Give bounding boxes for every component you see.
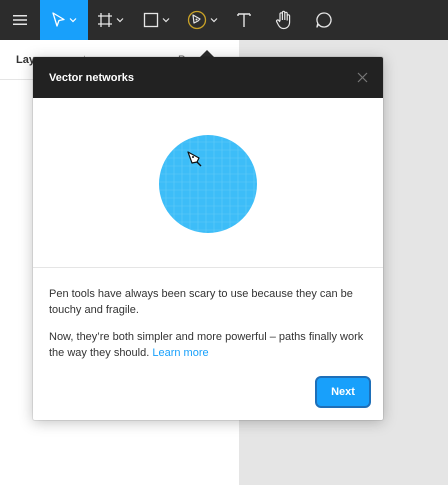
next-button[interactable]: Next	[315, 376, 371, 408]
hand-icon	[275, 10, 291, 30]
dialog-paragraph-2: Now, they’re both simpler and more power…	[49, 329, 367, 361]
close-button[interactable]	[355, 71, 369, 85]
chevron-down-icon	[116, 18, 123, 23]
move-tool-button[interactable]	[40, 0, 88, 40]
frame-icon	[97, 13, 112, 27]
dialog-title: Vector networks	[49, 71, 134, 84]
vector-circle-illustration	[159, 135, 257, 233]
dialog-header: Vector networks	[33, 57, 383, 98]
hand-tool-button[interactable]	[264, 0, 304, 40]
menu-button[interactable]	[0, 0, 40, 40]
main-toolbar	[0, 0, 448, 40]
learn-more-link[interactable]: Learn more	[152, 347, 208, 359]
chevron-down-icon	[210, 18, 217, 23]
rectangle-icon	[143, 12, 158, 28]
dialog-paragraph-1: Pen tools have always been scary to use …	[49, 288, 353, 316]
pen-tool-button[interactable]	[180, 0, 224, 40]
comment-icon	[316, 12, 332, 28]
move-cursor-icon	[51, 12, 65, 27]
onboarding-dialog: Vector networks Pen tools have always be…	[33, 57, 383, 420]
pen-icon	[187, 10, 206, 30]
dialog-body: Pen tools have always been scary to use …	[33, 268, 383, 361]
close-icon	[357, 72, 367, 83]
text-tool-button[interactable]	[224, 0, 264, 40]
text-icon	[237, 13, 251, 27]
shape-tool-button[interactable]	[132, 0, 180, 40]
chevron-down-icon	[69, 18, 76, 23]
dialog-illustration	[33, 98, 383, 268]
comment-tool-button[interactable]	[304, 0, 344, 40]
chevron-down-icon	[162, 18, 169, 23]
frame-tool-button[interactable]	[88, 0, 132, 40]
hamburger-menu-icon	[13, 15, 27, 25]
